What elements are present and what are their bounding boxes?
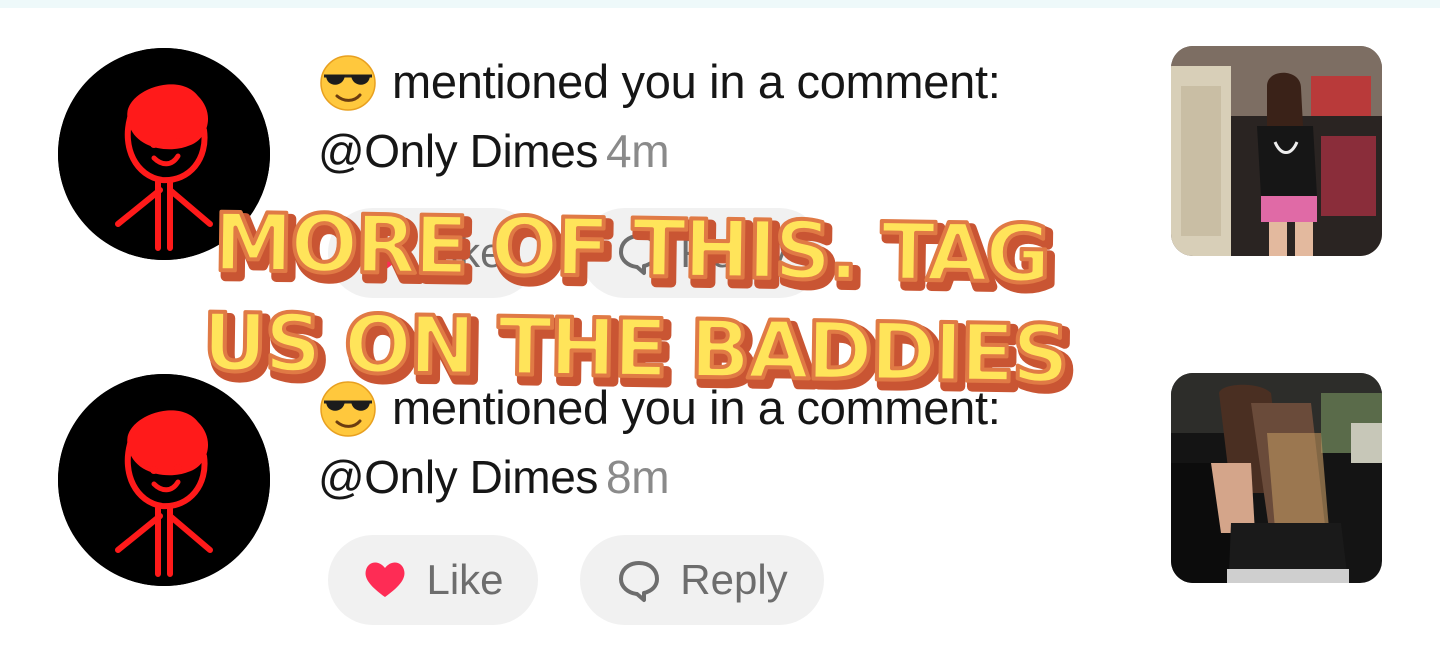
like-label: Like (426, 556, 504, 603)
notification-meta: @Only Dimes 4m (318, 124, 670, 178)
top-strip (0, 0, 1440, 8)
caption-line-2: US ON THE BADDIES (202, 296, 1067, 401)
like-button[interactable]: Like (328, 535, 538, 625)
notification-meta: @Only Dimes 8m (318, 450, 670, 504)
heart-icon (365, 562, 405, 597)
notification-action-text: mentioned you in a comment: (392, 55, 1001, 108)
timestamp: 8m (606, 451, 670, 503)
reply-button[interactable]: Reply (580, 535, 824, 625)
user-handle-link[interactable]: @Only Dimes (318, 451, 598, 503)
caption-line-1: MORE OF THIS. TAG (213, 196, 1049, 301)
user-handle-link[interactable]: @Only Dimes (318, 125, 598, 177)
timestamp: 4m (606, 125, 670, 177)
reply-label: Reply (680, 556, 788, 603)
sunglasses-emoji-icon (318, 52, 378, 112)
overlay-caption: MORE OF THIS. TAG MORE OF THIS. TAG US O… (0, 190, 1280, 420)
speech-bubble-icon (619, 561, 660, 602)
